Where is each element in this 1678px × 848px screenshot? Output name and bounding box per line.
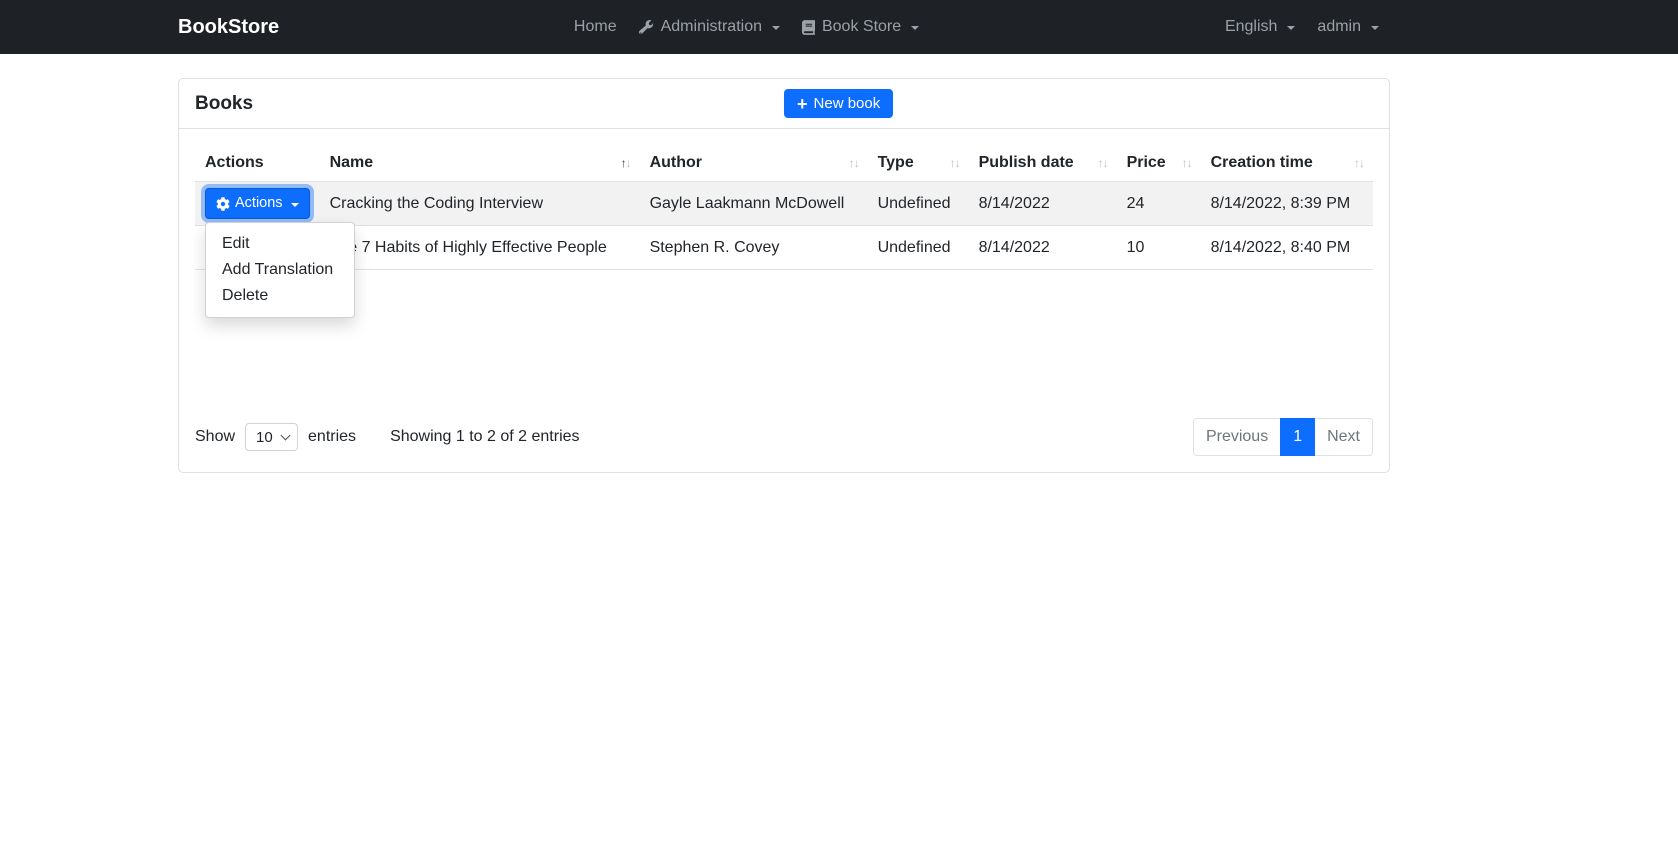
- main-menu: Home Administration Book Store: [563, 10, 930, 44]
- pagination-page-1[interactable]: 1: [1280, 418, 1316, 456]
- books-table: Actions Name ↑ ↓ Author ↑ ↓ Type ↑ ↓ Pub…: [195, 145, 1373, 318]
- column-header-name[interactable]: Name ↑ ↓: [319, 145, 640, 182]
- language-selector[interactable]: English: [1214, 10, 1306, 44]
- wrench-icon: [638, 19, 654, 35]
- sort-icon: ↑ ↓: [620, 156, 632, 170]
- cell-author: Stephen R. Covey: [639, 225, 868, 270]
- new-book-button[interactable]: + New book: [784, 89, 894, 118]
- top-navbar: BookStore Home Administration Book Store: [0, 0, 1678, 54]
- page-size-control: Show 10 entries Showing 1 to 2 of 2 entr…: [195, 423, 580, 451]
- pagination: Previous 1 Next: [1192, 418, 1373, 456]
- card-header: Books + New book: [179, 79, 1389, 129]
- language-selector-label: English: [1224, 18, 1278, 35]
- books-card: Books + New book Actions Name ↑ ↓ Author…: [178, 78, 1390, 473]
- plus-icon: +: [797, 93, 808, 114]
- sort-icon: ↑ ↓: [1097, 156, 1109, 170]
- cell-name: Cracking the Coding Interview: [319, 181, 640, 226]
- entries-summary: Showing 1 to 2 of 2 entries: [390, 428, 580, 445]
- table-row: Actions Edit Add Translation Delete Crac…: [195, 181, 1373, 318]
- dropdown-item-delete[interactable]: Delete: [206, 283, 354, 309]
- gear-icon: [216, 196, 230, 211]
- column-label: Price: [1126, 154, 1166, 171]
- card-body: Actions Name ↑ ↓ Author ↑ ↓ Type ↑ ↓ Pub…: [179, 129, 1389, 472]
- column-header-author[interactable]: Author ↑ ↓: [639, 145, 868, 182]
- column-label: Actions: [205, 154, 264, 171]
- row-actions-button-label: Actions: [235, 195, 283, 211]
- sort-icon: ↑ ↓: [1354, 156, 1365, 170]
- cell-creation-time: 8/14/2022, 8:39 PM: [1200, 181, 1373, 226]
- new-book-button-label: New book: [813, 95, 881, 112]
- caret-down-icon: [911, 26, 920, 30]
- nav-item-administration[interactable]: Administration: [628, 10, 791, 44]
- column-label: Author: [649, 154, 702, 171]
- sort-icon: ↑ ↓: [1181, 156, 1193, 170]
- cell-price: 24: [1116, 181, 1201, 226]
- column-header-price[interactable]: Price ↑ ↓: [1116, 145, 1201, 182]
- brand-logo[interactable]: BookStore: [178, 16, 279, 39]
- show-label: Show: [195, 428, 236, 445]
- page-title: Books: [195, 92, 254, 114]
- table-row: Actions The 7 Habits of Highly Effective…: [195, 225, 1373, 270]
- dropdown-item-add-translation[interactable]: Add Translation: [206, 257, 354, 283]
- sort-icon: ↑ ↓: [848, 156, 860, 170]
- column-header-type[interactable]: Type ↑ ↓: [867, 145, 969, 182]
- caret-down-icon: [771, 26, 780, 30]
- nav-item-home-label: Home: [573, 18, 617, 35]
- table-header-row: Actions Name ↑ ↓ Author ↑ ↓ Type ↑ ↓ Pub…: [195, 145, 1373, 182]
- nav-item-book-store[interactable]: Book Store: [791, 10, 930, 44]
- column-header-actions: Actions: [195, 145, 320, 182]
- sort-icon: ↑ ↓: [949, 156, 961, 170]
- user-menu-area: English admin: [1214, 10, 1390, 44]
- caret-down-icon: [1371, 26, 1379, 30]
- page-size-select[interactable]: 10: [245, 423, 299, 451]
- column-header-publish-date[interactable]: Publish date ↑ ↓: [968, 145, 1117, 182]
- dropdown-item-edit[interactable]: Edit: [206, 231, 354, 257]
- cell-creation-time: 8/14/2022, 8:40 PM: [1200, 225, 1373, 270]
- nav-item-home[interactable]: Home: [563, 10, 628, 44]
- column-label: Type: [877, 154, 914, 171]
- cell-name: The 7 Habits of Highly Effective People: [319, 225, 640, 270]
- pagination-previous-button[interactable]: Previous: [1192, 418, 1282, 456]
- entries-label: entries: [308, 428, 357, 445]
- nav-item-book-store-label: Book Store: [821, 18, 902, 35]
- cell-price: 10: [1116, 225, 1201, 270]
- cell-publish-date: 8/14/2022: [968, 225, 1117, 270]
- current-user-label: admin: [1317, 18, 1361, 35]
- cell-author: Gayle Laakmann McDowell: [639, 181, 868, 226]
- nav-item-administration-label: Administration: [660, 18, 762, 35]
- pagination-next-button[interactable]: Next: [1314, 418, 1373, 456]
- actions-dropdown-menu: Edit Add Translation Delete: [205, 222, 355, 318]
- column-label: Name: [329, 154, 374, 171]
- column-header-creation-time[interactable]: Creation time ↑ ↓: [1200, 145, 1373, 182]
- caret-down-icon: [1287, 26, 1296, 30]
- cell-type: Undefined: [867, 181, 969, 226]
- cell-type: Undefined: [867, 225, 969, 270]
- row-actions-button[interactable]: Actions: [205, 188, 310, 219]
- column-label: Publish date: [978, 154, 1074, 171]
- caret-down-icon: [290, 202, 299, 207]
- table-footer: Show 10 entries Showing 1 to 2 of 2 entr…: [195, 418, 1373, 456]
- book-icon: [801, 19, 815, 35]
- current-user-menu[interactable]: admin: [1306, 10, 1390, 44]
- cell-publish-date: 8/14/2022: [968, 181, 1117, 226]
- column-label: Creation time: [1210, 154, 1313, 171]
